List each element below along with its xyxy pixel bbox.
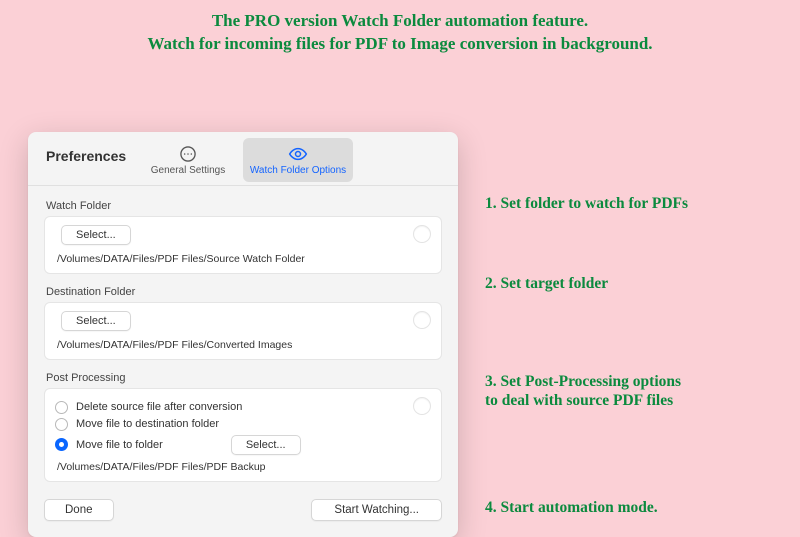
done-button[interactable]: Done: [44, 499, 114, 521]
annotation-step-4: 4. Start automation mode.: [485, 498, 775, 517]
destination-folder-box: Select... /Volumes/DATA/Files/PDF Files/…: [44, 302, 442, 360]
annotation-step-2: 2. Set target folder: [485, 274, 775, 293]
radio-label: Move file to folder: [76, 439, 163, 451]
radio-icon: [55, 418, 68, 431]
promo-line-2: Watch for incoming files for PDF to Imag…: [0, 33, 800, 56]
window-footer: Done Start Watching...: [28, 493, 458, 537]
radio-label: Delete source file after conversion: [76, 401, 242, 413]
watch-folder-select-button[interactable]: Select...: [61, 225, 131, 245]
destination-folder-select-button[interactable]: Select...: [61, 311, 131, 331]
tab-label: General Settings: [151, 165, 226, 176]
post-processing-path: /Volumes/DATA/Files/PDF Files/PDF Backup: [57, 461, 431, 473]
window-title: Preferences: [46, 148, 126, 164]
watch-folder-path: /Volumes/DATA/Files/PDF Files/Source Wat…: [57, 253, 431, 265]
destination-folder-label: Destination Folder: [46, 286, 442, 298]
watch-folder-box: Select... /Volumes/DATA/Files/PDF Files/…: [44, 216, 442, 274]
eye-icon: [287, 144, 309, 164]
radio-label: Move file to destination folder: [76, 418, 219, 430]
post-processing-status-indicator: [413, 397, 431, 415]
window-body: Watch Folder Select... /Volumes/DATA/Fil…: [28, 186, 458, 493]
destination-folder-path: /Volumes/DATA/Files/PDF Files/Converted …: [57, 339, 431, 351]
annotation-step-3: 3. Set Post-Processing options to deal w…: [485, 372, 775, 411]
radio-move-to-destination[interactable]: Move file to destination folder: [55, 418, 431, 431]
tab-general-settings[interactable]: General Settings: [133, 138, 243, 182]
window-header: Preferences General Settings: [28, 132, 458, 186]
watch-folder-label: Watch Folder: [46, 200, 442, 212]
radio-delete-source[interactable]: Delete source file after conversion: [55, 401, 431, 414]
tab-watch-folder-options[interactable]: Watch Folder Options: [243, 138, 353, 182]
destination-folder-status-indicator: [413, 311, 431, 329]
start-watching-button[interactable]: Start Watching...: [311, 499, 442, 521]
preferences-window: Preferences General Settings: [28, 132, 458, 537]
tab-label: Watch Folder Options: [250, 165, 346, 176]
ellipsis-circle-icon: [178, 144, 198, 164]
annotation-step-1: 1. Set folder to watch for PDFs: [485, 194, 775, 213]
watch-folder-status-indicator: [413, 225, 431, 243]
radio-icon: [55, 438, 68, 451]
radio-icon: [55, 401, 68, 414]
promo-line-1: The PRO version Watch Folder automation …: [0, 10, 800, 33]
radio-move-to-folder[interactable]: Move file to folder Select...: [55, 435, 431, 455]
post-processing-select-button[interactable]: Select...: [231, 435, 301, 455]
promo-header: The PRO version Watch Folder automation …: [0, 0, 800, 62]
post-processing-box: Delete source file after conversion Move…: [44, 388, 442, 482]
tab-bar: General Settings Watch Folder Options: [133, 138, 353, 182]
post-processing-label: Post Processing: [46, 372, 442, 384]
